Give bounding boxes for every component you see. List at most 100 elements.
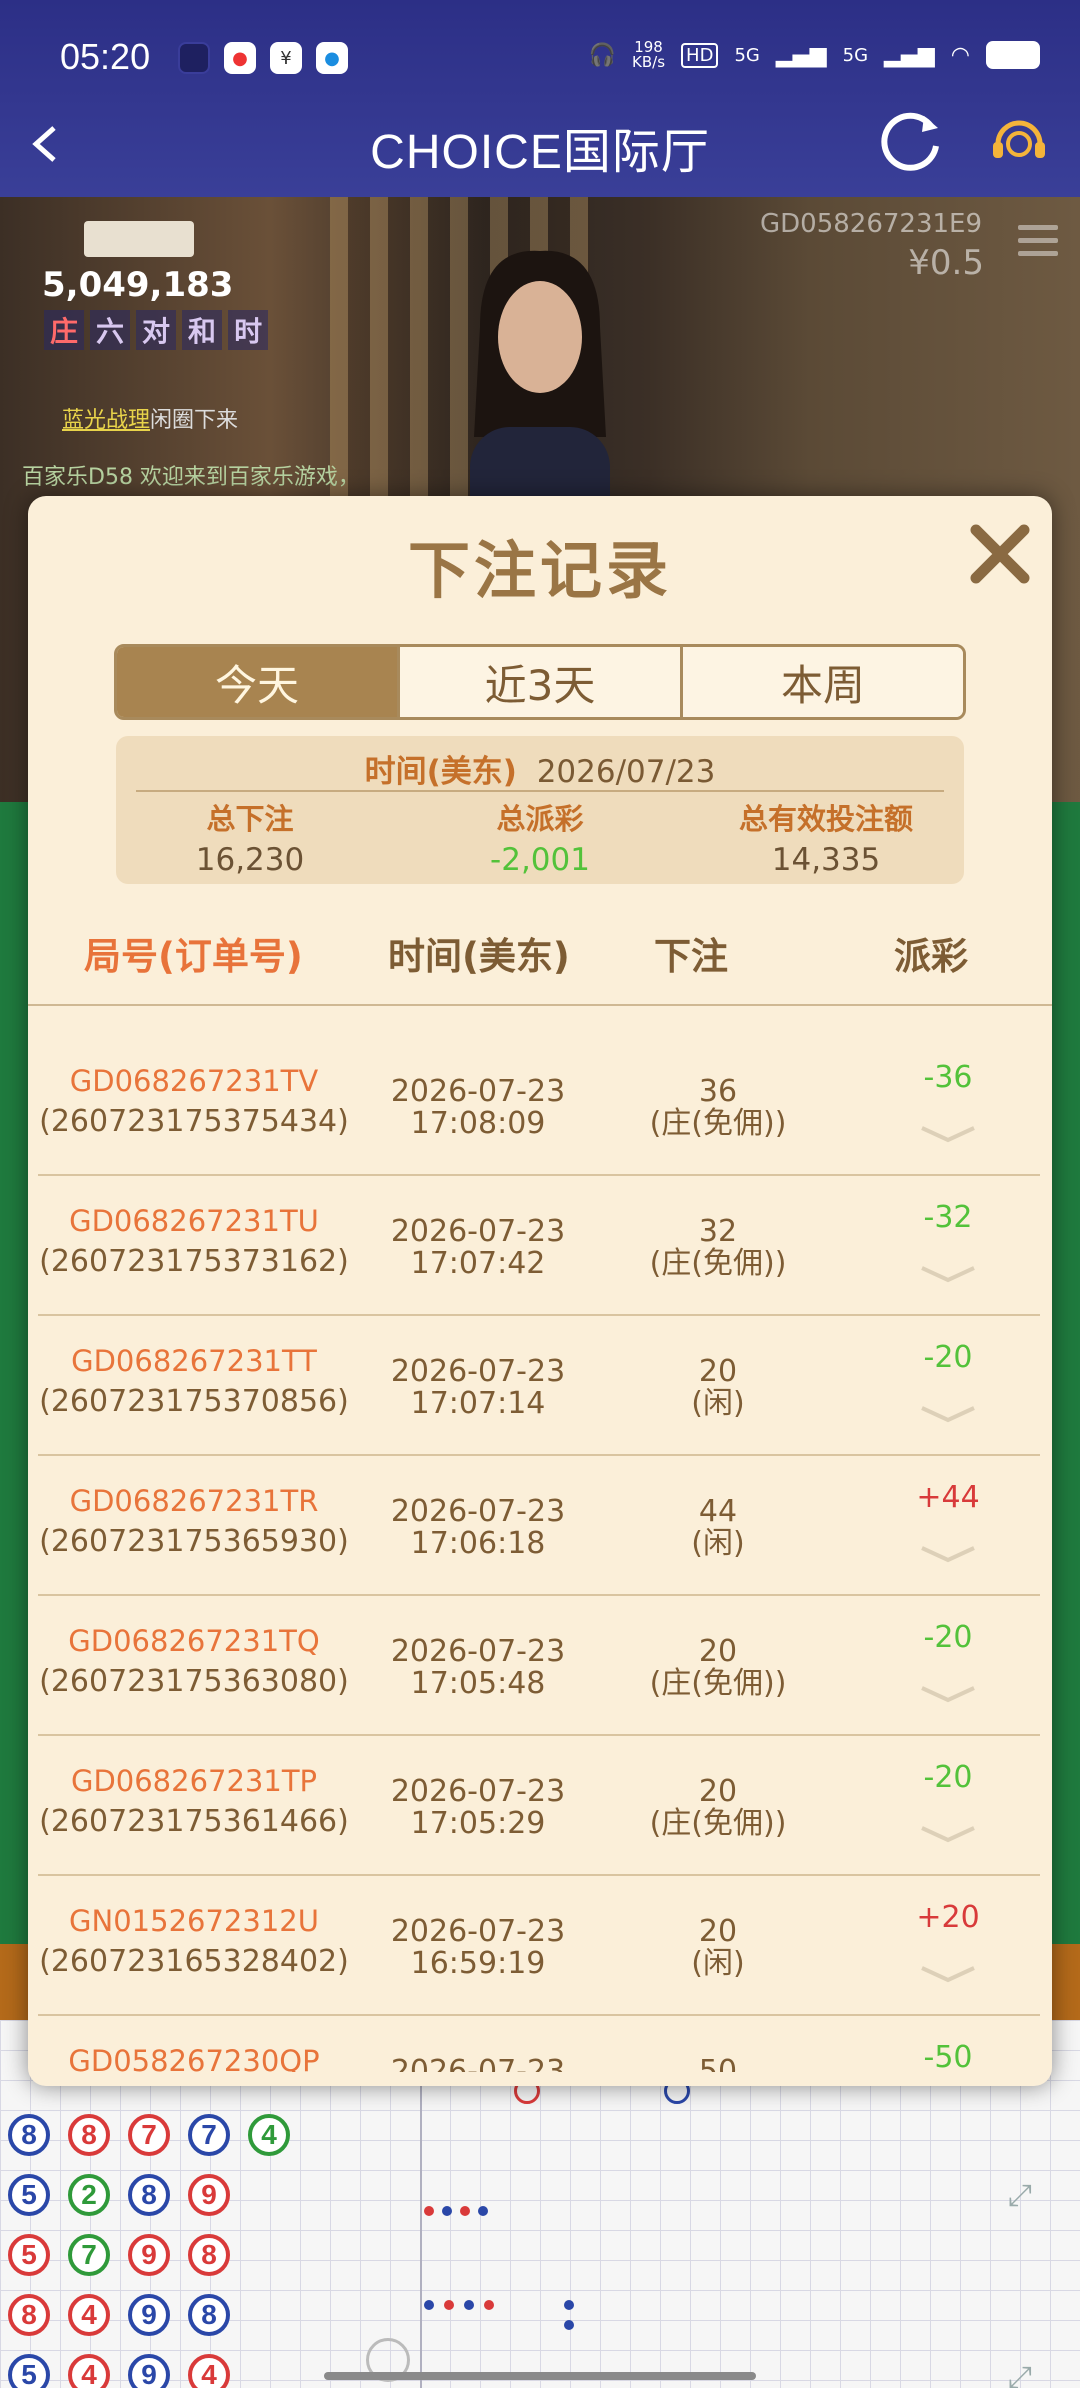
road-link[interactable]: 蓝光战理: [62, 408, 150, 433]
table-row[interactable]: GD068267231TQ (260723175363080) 2026-07-23…: [38, 1596, 1040, 1736]
table-row[interactable]: GD058267230QP 2026-07-23 50 -50: [38, 2016, 1040, 2072]
bead-road-bead: 7: [188, 2114, 230, 2156]
round-id[interactable]: GD068267231TQ: [38, 1624, 350, 1658]
chevron-down-icon[interactable]: [918, 1542, 978, 1566]
expand-icon[interactable]: ⤢: [1008, 2178, 1032, 2213]
bead-road-bead: 4: [248, 2114, 290, 2156]
chevron-down-icon[interactable]: [918, 1682, 978, 1706]
table-row[interactable]: GN0152672312U (260723165328402) 2026-07-23…: [38, 1876, 1040, 2016]
bet-date: 2026-07-23: [390, 1354, 566, 1389]
total-payout-value: -2,001: [490, 842, 590, 878]
home-indicator[interactable]: [324, 2372, 756, 2380]
tab-last-3-days[interactable]: 近3天: [400, 647, 683, 717]
bet-time: 17:05:48: [410, 1666, 546, 1701]
round-id[interactable]: GD058267230QP: [38, 2044, 350, 2072]
bet-cell: 44 (闲): [608, 1496, 828, 1560]
tab-this-week[interactable]: 本周: [683, 647, 963, 717]
bead-road-bead: 5: [8, 2354, 50, 2388]
telecom-app-icon: ●: [316, 42, 348, 74]
round-id[interactable]: GD068267231TR: [38, 1484, 350, 1518]
round-id-cell: GD068267231TP (260723175361466): [38, 1764, 350, 1839]
expand-icon[interactable]: ⤢: [1008, 2360, 1032, 2388]
bead-road-bead: 7: [128, 2114, 170, 2156]
payout-value: +44: [916, 1480, 980, 1515]
bead-road-bead: 9: [128, 2234, 170, 2276]
round-id-cell: GD058267230QP: [38, 2044, 350, 2072]
chevron-down-icon[interactable]: [918, 1402, 978, 1426]
chevron-down-icon[interactable]: [918, 1122, 978, 1146]
bet-date: 2026-07-23: [390, 1494, 566, 1529]
bet-label: 和: [182, 310, 223, 350]
order-id: (260723165328402): [39, 1944, 349, 1979]
derived-road-dot: [442, 2206, 452, 2216]
total-payout: 总派彩 -2,001: [410, 796, 670, 878]
refresh-button[interactable]: [876, 106, 946, 176]
time-cell: 2026-07-23 17:05:48: [368, 1636, 588, 1700]
bead-road-bead: 9: [188, 2174, 230, 2216]
road-links[interactable]: 蓝光战理闲圈下来: [62, 402, 238, 434]
game-id: GD058267231E9: [759, 209, 982, 239]
round-id-cell: GD068267231TU (260723175373162): [38, 1204, 350, 1279]
menu-icon[interactable]: [1018, 225, 1058, 261]
table-row[interactable]: GD068267231TV (260723175375434) 2026-07-23…: [38, 1036, 1040, 1176]
table-row[interactable]: GD068267231TT (260723175370856) 2026-07-23…: [38, 1316, 1040, 1456]
bet-type: (庄(免佣)): [649, 1806, 787, 1841]
derived-road-dot: [460, 2206, 470, 2216]
round-id[interactable]: GD068267231TT: [38, 1344, 350, 1378]
bead-road-bead: 8: [8, 2294, 50, 2336]
battery-icon: [986, 41, 1040, 69]
payout-value: -20: [923, 1340, 973, 1375]
time-cell: 2026-07-23 17:07:14: [368, 1356, 588, 1420]
summary-panel: 时间(美东) 2026/07/23 总下注 16,230 总派彩 -2,001 …: [116, 736, 964, 884]
bet-record-modal: 下注记录 今天 近3天 本周 时间(美东) 2026/07/23 总下注 16,…: [28, 496, 1052, 2086]
bet-date: 2026-07-23: [390, 1074, 566, 1109]
round-id[interactable]: GD068267231TU: [38, 1204, 350, 1238]
round-id[interactable]: GN0152672312U: [38, 1904, 350, 1938]
road-link-tail: 闲圈下来: [150, 408, 239, 433]
order-id: (260723175361466): [39, 1804, 349, 1839]
bet-record-list[interactable]: GD068267231TV (260723175375434) 2026-07-23…: [28, 1006, 1052, 2072]
tab-today[interactable]: 今天: [117, 647, 400, 717]
derived-road-dot: [484, 2300, 494, 2310]
date-range-tabs: 今天 近3天 本周: [114, 644, 966, 720]
round-id[interactable]: GD068267231TP: [38, 1764, 350, 1798]
customer-service-button[interactable]: [984, 106, 1054, 176]
bet-time: 17:07:14: [410, 1386, 546, 1421]
time-cell: 2026-07-23 17:06:18: [368, 1496, 588, 1560]
chevron-down-icon[interactable]: [918, 1822, 978, 1846]
chevron-down-icon[interactable]: [918, 1962, 978, 1986]
payout-value: +20: [916, 1900, 980, 1935]
time-cell: 2026-07-23 17:08:09: [368, 1076, 588, 1140]
time-cell: 2026-07-23 17:07:42: [368, 1216, 588, 1280]
table-row[interactable]: GD068267231TR (260723175365930) 2026-07-23…: [38, 1456, 1040, 1596]
bet-type: (闲): [691, 1946, 745, 1981]
derived-road-dot: [564, 2320, 574, 2330]
round-id[interactable]: GD068267231TV: [38, 1064, 350, 1098]
chevron-down-icon[interactable]: [918, 1262, 978, 1286]
bet-type: (闲): [691, 1526, 745, 1561]
table-row[interactable]: GD068267231TU (260723175373162) 2026-07-23…: [38, 1176, 1040, 1316]
derived-road-dot: [424, 2300, 434, 2310]
yen-app-icon: ¥: [270, 42, 302, 74]
status-time: 05:20: [60, 36, 151, 77]
app-icon-dark: [178, 42, 210, 74]
payout-value: -36: [923, 1060, 973, 1095]
table-row[interactable]: GD068267231TP (260723175361466) 2026-07-23…: [38, 1736, 1040, 1876]
total-valid-bet-label: 总有效投注额: [738, 802, 913, 836]
bet-type: (庄(免佣)): [649, 1246, 787, 1281]
bet-date: 2026-07-23: [390, 1214, 566, 1249]
headphones-icon: 🎧: [588, 42, 617, 68]
bet-date: 2026-07-23: [390, 1634, 566, 1669]
close-icon[interactable]: [964, 518, 1036, 590]
bet-amount: 20: [698, 1634, 738, 1669]
marquee-text: 百家乐D58 欢迎来到百家乐游戏，: [22, 465, 360, 490]
bet-time: 17:07:42: [410, 1246, 546, 1281]
bet-cell: 50: [608, 2054, 828, 2073]
round-id-cell: GD068267231TQ (260723175363080): [38, 1624, 350, 1699]
bet-label: 庄: [44, 310, 85, 350]
bead-road-bead: 5: [8, 2234, 50, 2276]
bet-amount: 50: [698, 2054, 738, 2073]
payout-value: -50: [923, 2040, 973, 2072]
bet-date: 2026-07-23: [390, 2054, 566, 2073]
derived-road-dot: [464, 2300, 474, 2310]
